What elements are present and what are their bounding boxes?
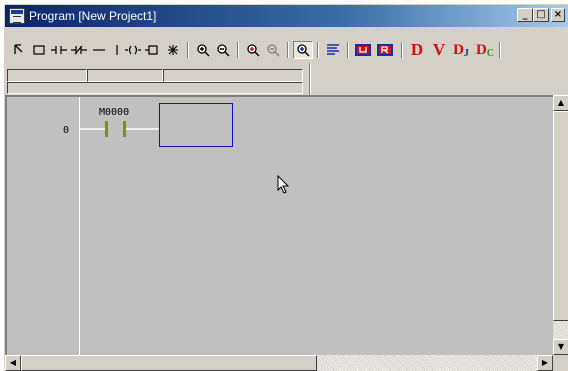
scrollbar-corner (553, 355, 568, 371)
contact-no-icon[interactable] (49, 41, 69, 59)
monitor-r-icon[interactable] (375, 41, 395, 59)
editor-cursor[interactable] (159, 103, 233, 147)
maximize-icon: □ (536, 9, 546, 20)
select-arrow-icon[interactable] (9, 41, 29, 59)
toolbar-separator (237, 42, 239, 58)
monitor-u-icon[interactable] (353, 41, 373, 59)
toolbar-separator (317, 42, 319, 58)
zoom-out-disabled-icon[interactable] (263, 41, 283, 59)
toolbar-separator (287, 42, 289, 58)
horizontal-line-icon[interactable] (89, 41, 109, 59)
app-icon[interactable] (9, 8, 25, 24)
toolbar: D V DJ DC (5, 27, 568, 62)
vertical-scroll-thumb[interactable] (553, 111, 568, 321)
vertical-scrollbar[interactable]: ▲ ▼ (553, 95, 568, 355)
horizontal-scrollbar[interactable]: ◀ ▶ (5, 355, 553, 371)
zoom-fit-pressed-icon[interactable] (293, 41, 313, 59)
toolbar-separator (347, 42, 349, 58)
horizontal-scroll-thumb[interactable] (21, 355, 317, 371)
contact-nc-icon[interactable] (69, 41, 89, 59)
ladder-editor[interactable]: 0 M0000 (5, 95, 553, 355)
close-icon: × (553, 9, 563, 20)
device-dj-subscript: J (463, 47, 469, 59)
header-field-2 (87, 69, 163, 82)
maximize-button[interactable]: □ (533, 8, 549, 22)
coil-icon[interactable] (123, 41, 143, 59)
device-dj-icon[interactable]: DJ (451, 41, 471, 59)
header-row (5, 61, 568, 95)
align-lines-icon[interactable] (323, 41, 343, 59)
header-divider (309, 63, 311, 95)
device-d-icon[interactable]: D (407, 40, 427, 59)
title-bar[interactable]: Program [New Project1] _ □ × (5, 5, 568, 27)
header-field-1 (7, 69, 87, 82)
device-dc-letter: D (475, 41, 487, 58)
zoom-in-icon[interactable] (193, 41, 213, 59)
function-block-icon[interactable] (143, 41, 163, 59)
contact-symbol[interactable] (79, 119, 163, 139)
program-window: Program [New Project1] _ □ × D V D J D C… (4, 4, 568, 371)
window-title: Program [New Project1] (29, 9, 157, 23)
toolbar-separator (499, 42, 501, 58)
device-label: M0000 (99, 107, 130, 118)
device-dj-letter: D (453, 41, 464, 58)
device-dc-icon[interactable]: DC (475, 41, 495, 59)
zoom-out-icon[interactable] (213, 41, 233, 59)
device-v-icon[interactable]: V (429, 40, 449, 59)
close-button[interactable]: × (551, 8, 565, 22)
minimize-button[interactable]: _ (517, 8, 533, 22)
header-field-3 (163, 69, 303, 82)
mouse-pointer-icon (277, 175, 290, 194)
scroll-left-icon[interactable]: ◀ (5, 355, 21, 371)
toolbar-separator (187, 42, 189, 58)
toolbar-separator (401, 42, 403, 58)
device-v-letter: V (432, 40, 446, 59)
zoom-in-red-icon[interactable] (243, 41, 263, 59)
device-dc-subscript: C (486, 47, 495, 59)
scroll-up-icon[interactable]: ▲ (553, 95, 568, 111)
rectangle-select-icon[interactable] (29, 41, 49, 59)
header-field-4 (7, 82, 303, 94)
minimize-icon: _ (522, 9, 528, 20)
rung-number: 0 (63, 125, 70, 136)
device-d-letter: D (410, 40, 424, 59)
star-icon[interactable] (163, 41, 183, 59)
scroll-right-icon[interactable]: ▶ (537, 355, 553, 371)
scroll-down-icon[interactable]: ▼ (553, 339, 568, 355)
